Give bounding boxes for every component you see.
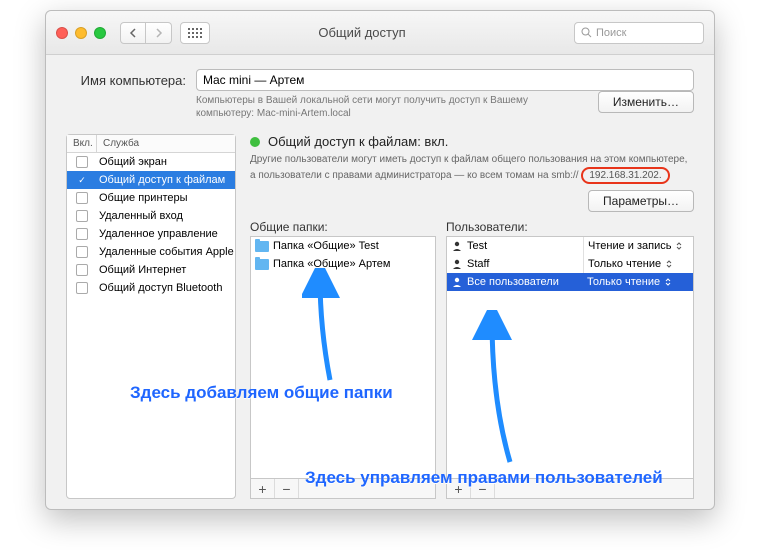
edit-name-button[interactable]: Изменить… <box>598 91 694 113</box>
service-checkbox[interactable] <box>67 192 97 204</box>
user-icon <box>451 276 463 288</box>
user-icon <box>451 258 463 270</box>
service-name: Общий доступ к файлам <box>97 174 235 186</box>
service-checkbox[interactable] <box>67 264 97 276</box>
service-name: Общий доступ Bluetooth <box>97 282 235 294</box>
service-checkbox[interactable]: ✓ <box>67 174 97 186</box>
col-on: Вкл. <box>67 135 97 152</box>
chevron-up-down-icon <box>665 260 673 268</box>
chevron-up-down-icon <box>664 278 672 286</box>
col-service: Служба <box>97 135 145 152</box>
service-checkbox[interactable] <box>67 210 97 222</box>
lists-row: Общие папки: Папка «Общие» TestПапка «Об… <box>250 220 694 499</box>
service-row[interactable]: ✓Общий доступ к файлам <box>67 171 235 189</box>
computer-name-hint: Компьютеры в Вашей локальной сети могут … <box>196 94 588 120</box>
service-name: Удаленные события Apple <box>97 246 235 258</box>
window-controls <box>56 27 106 39</box>
search-input[interactable]: Поиск <box>574 22 704 44</box>
user-row[interactable]: Staff Только чтение <box>447 255 693 273</box>
status-indicator-icon <box>250 137 260 147</box>
folder-item[interactable]: Папка «Общие» Артем <box>251 255 435 273</box>
folder-name: Папка «Общие» Test <box>273 240 379 252</box>
service-checkbox[interactable] <box>67 282 97 294</box>
folder-icon <box>255 259 269 270</box>
folder-name: Папка «Общие» Артем <box>273 258 390 270</box>
options-button[interactable]: Параметры… <box>588 190 694 212</box>
minimize-icon[interactable] <box>75 27 87 39</box>
window-title: Общий доступ <box>158 25 566 40</box>
zoom-icon[interactable] <box>94 27 106 39</box>
status-row: Общий доступ к файлам: вкл. <box>250 134 694 149</box>
services-header: Вкл. Служба <box>67 135 235 153</box>
service-row[interactable]: Удаленный вход <box>67 207 235 225</box>
permission-value: Только чтение <box>588 258 661 270</box>
folder-icon <box>255 241 269 252</box>
chevron-left-icon <box>129 28 137 38</box>
close-icon[interactable] <box>56 27 68 39</box>
status-description: Другие пользователи могут иметь доступ к… <box>250 153 694 184</box>
search-icon <box>581 27 592 38</box>
remove-user-button[interactable]: − <box>471 479 495 498</box>
permission-value: Только чтение <box>587 276 660 288</box>
computer-name-label: Имя компьютера: <box>66 73 186 88</box>
status-title: Общий доступ к файлам: вкл. <box>268 134 448 149</box>
service-name: Удаленное управление <box>97 228 235 240</box>
service-name: Удаленный вход <box>97 210 235 222</box>
content: Имя компьютера: Компьютеры в Вашей локал… <box>46 55 714 509</box>
users-controls: + − <box>446 479 694 499</box>
folders-controls: + − <box>250 479 436 499</box>
titlebar: Общий доступ Поиск <box>46 11 714 55</box>
service-checkbox[interactable] <box>67 228 97 240</box>
remove-folder-button[interactable]: − <box>275 479 299 498</box>
permission-selector[interactable]: Чтение и запись <box>583 237 693 255</box>
user-name: Test <box>447 237 583 255</box>
service-checkbox[interactable] <box>67 156 97 168</box>
chevron-up-down-icon <box>675 242 683 250</box>
user-icon <box>451 240 463 252</box>
shared-folders-list[interactable]: Папка «Общие» Test Папка «Общие» Артем <box>250 236 436 479</box>
search-placeholder: Поиск <box>596 27 626 39</box>
back-button[interactable] <box>120 22 146 44</box>
permission-selector[interactable]: Только чтение <box>583 273 693 291</box>
services-list: Вкл. Служба Общий экран✓Общий доступ к ф… <box>66 134 236 499</box>
permission-selector[interactable]: Только чтение <box>583 255 693 273</box>
users-list[interactable]: TestЧтение и записьStaffТолько чтениеВсе… <box>446 236 694 479</box>
service-checkbox[interactable] <box>67 246 97 258</box>
add-user-button[interactable]: + <box>447 479 471 498</box>
service-row[interactable]: Общий Интернет <box>67 261 235 279</box>
service-name: Общие принтеры <box>97 192 235 204</box>
service-row[interactable]: Общий доступ Bluetooth <box>67 279 235 297</box>
service-row[interactable]: Удаленные события Apple <box>67 243 235 261</box>
add-folder-button[interactable]: + <box>251 479 275 498</box>
permission-value: Чтение и запись <box>588 240 671 252</box>
service-name: Общий экран <box>97 156 235 168</box>
computer-name-field[interactable] <box>196 69 694 91</box>
user-name: Staff <box>447 255 583 273</box>
service-row[interactable]: Общий экран <box>67 153 235 171</box>
user-row[interactable]: Test Чтение и запись <box>447 237 693 255</box>
service-row[interactable]: Общие принтеры <box>67 189 235 207</box>
main-area: Вкл. Служба Общий экран✓Общий доступ к ф… <box>66 134 694 499</box>
user-row[interactable]: Все пользователи Только чтение <box>447 273 693 291</box>
users-label: Пользователи: <box>446 220 694 234</box>
details-panel: Общий доступ к файлам: вкл. Другие польз… <box>250 134 694 499</box>
service-name: Общий Интернет <box>97 264 235 276</box>
ip-address-highlight: 192.168.31.202. <box>581 167 669 185</box>
preferences-window: Общий доступ Поиск Имя компьютера: Компь… <box>45 10 715 510</box>
user-name: Все пользователи <box>447 273 583 291</box>
folders-label: Общие папки: <box>250 220 436 234</box>
folder-item[interactable]: Папка «Общие» Test <box>251 237 435 255</box>
service-row[interactable]: Удаленное управление <box>67 225 235 243</box>
